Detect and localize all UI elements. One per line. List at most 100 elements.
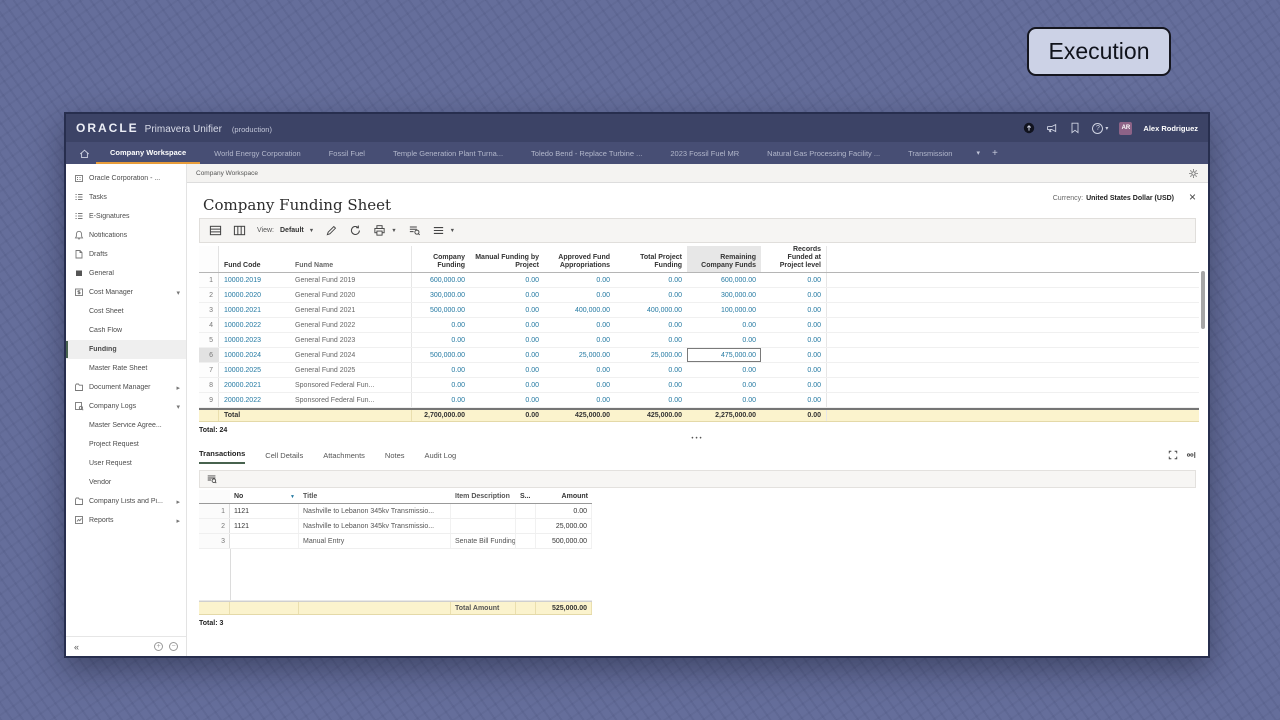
row-number-cell[interactable]: 7 [199, 363, 219, 377]
workspace-tab[interactable]: Natural Gas Processing Facility ... [753, 142, 894, 164]
title-cell[interactable]: Manual Entry [299, 534, 451, 548]
column-header-no[interactable]: No▼ [230, 490, 299, 503]
workspace-tab[interactable]: Toledo Bend - Replace Turbine ... [517, 142, 656, 164]
value-cell[interactable]: 400,000.00 [615, 303, 687, 317]
row-number-cell[interactable]: 4 [199, 318, 219, 332]
vertical-scrollbar-thumb[interactable] [1201, 271, 1205, 329]
sidebar-item-project-request[interactable]: Project Request [66, 435, 186, 454]
workspace-tab[interactable]: 2023 Fossil Fuel MR [656, 142, 753, 164]
amount-cell[interactable]: 500,000.00 [536, 534, 592, 548]
column-header-fund-name[interactable]: Fund Name [290, 246, 412, 272]
sidebar-item-company-logs[interactable]: Company Logs▾ [66, 397, 186, 416]
value-cell[interactable]: 0.00 [470, 363, 544, 377]
fund-name-cell[interactable]: General Fund 2025 [290, 363, 412, 377]
row-number-cell[interactable]: 5 [199, 333, 219, 347]
no-cell[interactable]: 1121 [230, 519, 299, 533]
value-cell[interactable]: 0.00 [761, 378, 827, 392]
title-cell[interactable]: Nashville to Lebanon 345kv Transmissio..… [299, 519, 451, 533]
table-row[interactable]: 710000.2025General Fund 20250.000.000.00… [199, 363, 1199, 378]
column-header-s[interactable]: S... [516, 490, 536, 503]
fund-code-cell[interactable]: 10000.2020 [219, 288, 290, 302]
table-row[interactable]: 110000.2019General Fund 2019600,000.000.… [199, 273, 1199, 288]
value-cell[interactable]: 0.00 [615, 393, 687, 407]
expand-icon[interactable] [1168, 450, 1178, 460]
sidebar-item-company-lists-and-pi[interactable]: Company Lists and Pi...▸ [66, 492, 186, 511]
workspace-tab[interactable]: World Energy Corporation [200, 142, 315, 164]
value-cell[interactable]: 0.00 [412, 393, 470, 407]
table-row[interactable]: 410000.2022General Fund 20220.000.000.00… [199, 318, 1199, 333]
value-cell[interactable]: 0.00 [761, 363, 827, 377]
menu-icon[interactable] [432, 224, 445, 237]
sidebar-item-master-rate-sheet[interactable]: Master Rate Sheet [66, 359, 186, 378]
edit-pencil-icon[interactable] [325, 224, 338, 237]
item-description-cell[interactable] [451, 519, 516, 533]
sidebar-item-document-manager[interactable]: Document Manager▸ [66, 378, 186, 397]
row-number-cell[interactable]: 2 [199, 288, 219, 302]
transaction-row[interactable]: 21121Nashville to Lebanon 345kv Transmis… [199, 519, 592, 534]
sidebar-item-e-signatures[interactable]: E-Signatures [66, 207, 186, 226]
sidebar-item-general[interactable]: General [66, 264, 186, 283]
value-cell[interactable]: 0.00 [544, 363, 615, 377]
fund-name-cell[interactable]: General Fund 2023 [290, 333, 412, 347]
sidebar-item-oracle-corporation[interactable]: Oracle Corporation - ... [66, 169, 186, 188]
item-description-cell[interactable]: Senate Bill Funding [451, 534, 516, 548]
table-row[interactable]: 310000.2021General Fund 2021500,000.000.… [199, 303, 1199, 318]
no-cell[interactable]: 1121 [230, 504, 299, 518]
value-cell[interactable]: 0.00 [615, 333, 687, 347]
workspace-tab[interactable]: Temple Generation Plant Turna... [379, 142, 517, 164]
chevron-down-icon[interactable]: ▾ [176, 289, 180, 297]
column-header[interactable]: Approved Fund Appropriations [544, 246, 615, 272]
column-header-fund-code[interactable]: Fund Code [219, 246, 290, 272]
amount-cell[interactable]: 25,000.00 [536, 519, 592, 533]
value-cell[interactable]: 0.00 [470, 378, 544, 392]
column-header-amount[interactable]: Amount [536, 490, 592, 503]
workspace-tab[interactable]: Fossil Fuel [315, 142, 379, 164]
close-icon[interactable]: × [1189, 191, 1196, 203]
fund-code-cell[interactable]: 10000.2019 [219, 273, 290, 287]
value-cell[interactable]: 0.00 [615, 273, 687, 287]
value-cell[interactable]: 0.00 [544, 378, 615, 392]
value-cell[interactable]: 0.00 [761, 333, 827, 347]
value-cell[interactable]: 300,000.00 [687, 288, 761, 302]
fund-name-cell[interactable]: General Fund 2024 [290, 348, 412, 362]
value-cell[interactable]: 500,000.00 [412, 303, 470, 317]
value-cell[interactable]: 0.00 [761, 318, 827, 332]
value-cell[interactable]: 0.00 [544, 273, 615, 287]
column-header-title[interactable]: Title [299, 490, 451, 503]
fund-code-cell[interactable]: 10000.2024 [219, 348, 290, 362]
find-filter-icon[interactable] [408, 224, 421, 237]
sidebar-item-drafts[interactable]: Drafts [66, 245, 186, 264]
value-cell[interactable]: 0.00 [544, 333, 615, 347]
value-cell[interactable]: 0.00 [412, 363, 470, 377]
table-row[interactable]: 920000.2022Sponsored Federal Fun...0.000… [199, 393, 1199, 408]
fund-name-cell[interactable]: Sponsored Federal Fun... [290, 378, 412, 392]
transaction-row[interactable]: 3Manual EntrySenate Bill Funding500,000.… [199, 534, 592, 549]
add-tab-icon[interactable]: + [992, 148, 998, 159]
column-header[interactable]: Manual Funding by Project [470, 246, 544, 272]
value-cell[interactable]: 100,000.00 [687, 303, 761, 317]
transaction-row[interactable]: 11121Nashville to Lebanon 345kv Transmis… [199, 504, 592, 519]
chevron-right-icon[interactable]: ▸ [176, 517, 180, 525]
value-cell[interactable]: 475,000.00 [687, 348, 761, 362]
view-select-value[interactable]: Default [280, 227, 304, 234]
sidebar-item-funding[interactable]: Funding [66, 340, 186, 359]
fund-code-cell[interactable]: 10000.2025 [219, 363, 290, 377]
no-cell[interactable] [230, 534, 299, 548]
row-number-cell[interactable]: 8 [199, 378, 219, 392]
table-row[interactable]: 210000.2020General Fund 2020300,000.000.… [199, 288, 1199, 303]
value-cell[interactable]: 0.00 [687, 318, 761, 332]
help-menu[interactable]: ? ▾ [1092, 123, 1108, 134]
amount-cell[interactable]: 0.00 [536, 504, 592, 518]
value-cell[interactable]: 0.00 [615, 318, 687, 332]
title-cell[interactable]: Nashville to Lebanon 345kv Transmissio..… [299, 504, 451, 518]
value-cell[interactable]: 0.00 [761, 303, 827, 317]
value-cell[interactable]: 0.00 [412, 378, 470, 392]
row-number-cell[interactable]: 1 [199, 504, 230, 518]
fund-name-cell[interactable]: General Fund 2022 [290, 318, 412, 332]
value-cell[interactable]: 300,000.00 [412, 288, 470, 302]
value-cell[interactable]: 0.00 [687, 333, 761, 347]
row-number-cell[interactable]: 3 [199, 303, 219, 317]
value-cell[interactable]: 0.00 [615, 288, 687, 302]
value-cell[interactable]: 0.00 [470, 333, 544, 347]
fund-code-cell[interactable]: 10000.2023 [219, 333, 290, 347]
